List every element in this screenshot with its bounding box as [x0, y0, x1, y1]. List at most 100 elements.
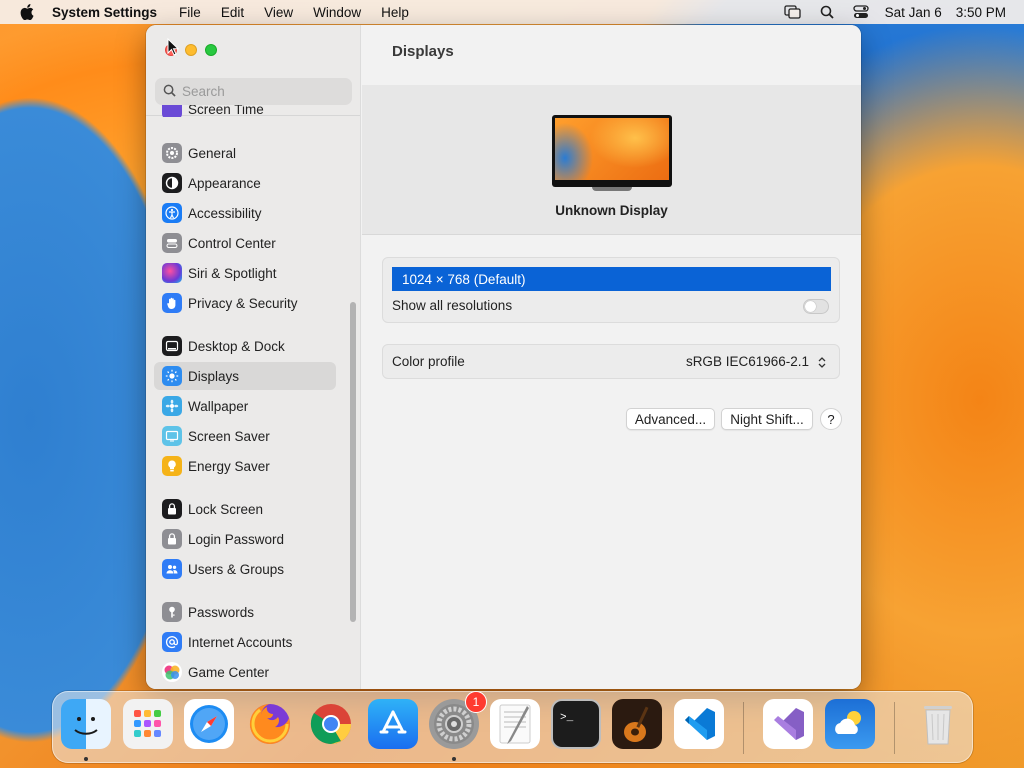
sidebar-item-control-center[interactable]: Control Center: [154, 229, 336, 257]
appearance-icon: [162, 173, 182, 193]
sidebar-item-label: Displays: [188, 368, 240, 384]
sidebar-item-label: Users & Groups: [188, 561, 285, 577]
bulb-icon: [162, 456, 182, 476]
menu-app-name[interactable]: System Settings: [52, 5, 157, 20]
lock-icon: [162, 499, 182, 519]
vscode-icon[interactable]: [674, 699, 724, 749]
chevron-up-down-icon[interactable]: [817, 354, 827, 370]
sidebar-item-label: Game Center: [188, 664, 270, 680]
users-icon: [162, 559, 182, 579]
sidebar-item-screen-saver[interactable]: Screen Saver: [154, 422, 336, 450]
sidebar-item-siri-spotlight[interactable]: Siri & Spotlight: [154, 259, 336, 287]
control-center-icon: [162, 233, 182, 253]
garageband-icon[interactable]: [612, 699, 662, 749]
sidebar-item-label: Wallpaper: [188, 398, 249, 414]
color-profile-group: Color profile sRGB IEC61966-2.1: [382, 344, 840, 379]
menu-edit[interactable]: Edit: [221, 5, 244, 20]
finder-running-indicator: [84, 757, 88, 761]
color-profile-label: Color profile: [392, 354, 465, 369]
sidebar-item-label: Accessibility: [188, 205, 262, 221]
sidebar-item-lock-screen[interactable]: Lock Screen: [154, 495, 336, 523]
help-button[interactable]: ?: [820, 408, 842, 430]
sidebar-item-wallpaper[interactable]: Wallpaper: [154, 392, 336, 420]
spotlight-search-icon[interactable]: [817, 4, 837, 20]
sidebar-item-label: Desktop & Dock: [188, 338, 285, 354]
dock-separator: [894, 702, 895, 754]
firefox-icon[interactable]: [245, 699, 295, 749]
finder-icon[interactable]: [61, 699, 111, 749]
sidebar-item-internet-accounts[interactable]: Internet Accounts: [154, 628, 336, 656]
resolution-group: 1024 × 768 (Default) Show all resolution…: [382, 257, 840, 323]
sidebar-item-appearance[interactable]: Appearance: [154, 169, 336, 197]
chrome-icon[interactable]: [306, 699, 356, 749]
dock-icon: [162, 336, 182, 356]
sidebar-item-general[interactable]: General: [154, 139, 336, 167]
display-name: Unknown Display: [555, 203, 668, 218]
displays-pane: Displays Unknown Display 1024 × 768 (Def…: [362, 25, 861, 689]
sun-icon: [162, 366, 182, 386]
hourglass-icon: [162, 105, 182, 117]
menu-help[interactable]: Help: [381, 5, 409, 20]
sidebar-item-users-groups[interactable]: Users & Groups: [154, 555, 336, 583]
dock: 1 >_: [52, 691, 973, 763]
textedit-icon[interactable]: [490, 699, 540, 749]
search-field[interactable]: [155, 78, 352, 105]
game-center-icon: [162, 662, 182, 682]
sidebar-item-passwords[interactable]: Passwords: [154, 598, 336, 626]
control-center-icon[interactable]: [851, 4, 871, 20]
sidebar-item-game-center[interactable]: Game Center: [154, 658, 336, 686]
search-icon: [163, 84, 176, 100]
sidebar: Screen Time General Appearance Accessibi…: [146, 25, 361, 689]
sidebar-item-label: Siri & Spotlight: [188, 265, 277, 281]
page-title: Displays: [392, 43, 454, 60]
night-shift-button[interactable]: Night Shift...: [721, 408, 813, 430]
wallpaper-icon: [162, 396, 182, 416]
app-store-icon[interactable]: [368, 699, 418, 749]
hand-icon: [162, 293, 182, 313]
monitor-stand: [592, 187, 632, 191]
sidebar-item-label: Privacy & Security: [188, 295, 298, 311]
gear-icon: [162, 143, 182, 163]
menu-time[interactable]: 3:50 PM: [956, 5, 1006, 20]
screen-mirroring-icon[interactable]: [783, 4, 803, 20]
screen-saver-icon: [162, 426, 182, 446]
sidebar-item-accessibility[interactable]: Accessibility: [154, 199, 336, 227]
trash-icon[interactable]: [913, 699, 963, 749]
accessibility-icon: [162, 203, 182, 223]
menu-view[interactable]: View: [264, 5, 293, 20]
safari-icon[interactable]: [184, 699, 234, 749]
sidebar-item-label: Screen Saver: [188, 428, 270, 444]
color-profile-select[interactable]: sRGB IEC61966-2.1: [686, 354, 809, 369]
sidebar-item-label: Passwords: [188, 604, 255, 620]
search-input[interactable]: [182, 84, 342, 99]
sidebar-item-label: Login Password: [188, 531, 285, 547]
mouse-cursor-icon: [167, 37, 180, 59]
system-settings-running-indicator: [452, 757, 456, 761]
at-icon: [162, 632, 182, 652]
minimize-button[interactable]: [185, 44, 197, 56]
sidebar-item-privacy-security[interactable]: Privacy & Security: [154, 289, 336, 317]
apple-menu-icon[interactable]: [18, 3, 36, 21]
sidebar-item-screen-time[interactable]: Screen Time: [154, 105, 336, 117]
launchpad-icon[interactable]: [123, 699, 173, 749]
resolution-option-selected[interactable]: 1024 × 768 (Default): [392, 267, 831, 291]
visual-studio-icon[interactable]: [763, 699, 813, 749]
menu-bar: System Settings File Edit View Window He…: [0, 0, 1024, 24]
sidebar-item-energy-saver[interactable]: Energy Saver: [154, 452, 336, 480]
zoom-button[interactable]: [205, 44, 217, 56]
show-all-resolutions-toggle[interactable]: [803, 299, 829, 314]
menu-date[interactable]: Sat Jan 6: [885, 5, 942, 20]
terminal-icon[interactable]: >_: [551, 699, 601, 749]
weather-icon[interactable]: [825, 699, 875, 749]
system-settings-icon[interactable]: 1: [429, 691, 487, 749]
advanced-button[interactable]: Advanced...: [626, 408, 715, 430]
menu-file[interactable]: File: [179, 5, 201, 20]
monitor-icon[interactable]: [552, 115, 672, 187]
sidebar-item-login-password[interactable]: Login Password: [154, 525, 336, 553]
menu-window[interactable]: Window: [313, 5, 361, 20]
sidebar-item-displays[interactable]: Displays: [154, 362, 336, 390]
sidebar-item-desktop-dock[interactable]: Desktop & Dock: [154, 332, 336, 360]
dock-separator: [743, 702, 744, 754]
sidebar-scrollbar[interactable]: [350, 302, 356, 622]
key-icon: [162, 602, 182, 622]
